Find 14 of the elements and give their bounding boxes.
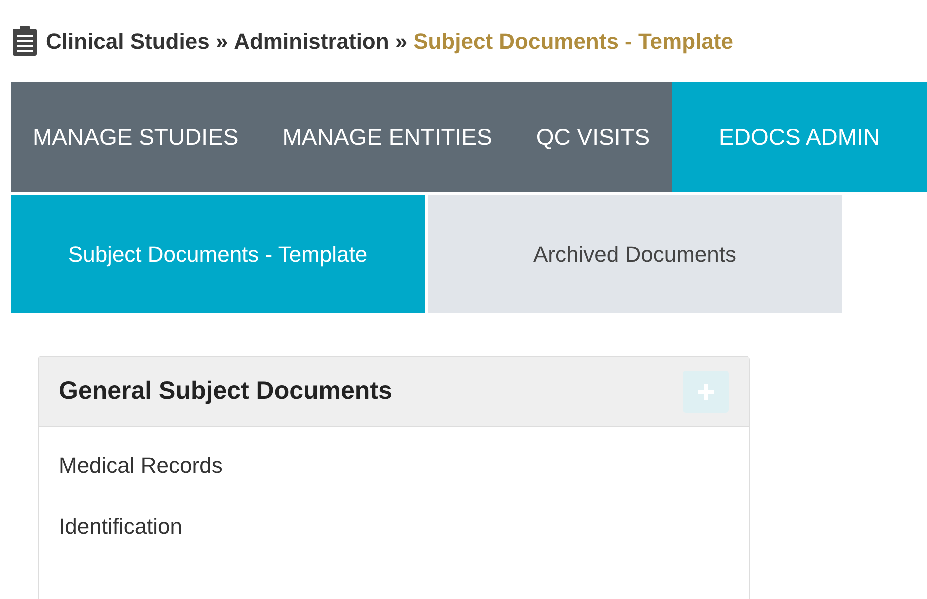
current-page-title: Subject Documents - Template: [414, 28, 734, 56]
breadcrumb-link[interactable]: »: [216, 24, 228, 58]
document-item[interactable]: Identification: [59, 510, 729, 543]
panel-title: General Subject Documents: [59, 376, 392, 407]
sub-tab[interactable]: Archived Documents: [428, 195, 842, 313]
nav-tab[interactable]: MANAGE STUDIES: [11, 82, 261, 192]
breadcrumb-link[interactable]: Clinical Studies: [46, 24, 210, 58]
clipboard-icon: [12, 25, 38, 57]
plus-icon: [696, 382, 716, 402]
breadcrumb-link[interactable]: »: [395, 24, 408, 58]
breadcrumb-link[interactable]: Administration: [234, 24, 390, 58]
nav-tab[interactable]: QC VISITS: [514, 82, 672, 192]
document-item[interactable]: Medical Records: [59, 449, 729, 482]
nav-tab[interactable]: MANAGE ENTITIES: [260, 82, 514, 192]
